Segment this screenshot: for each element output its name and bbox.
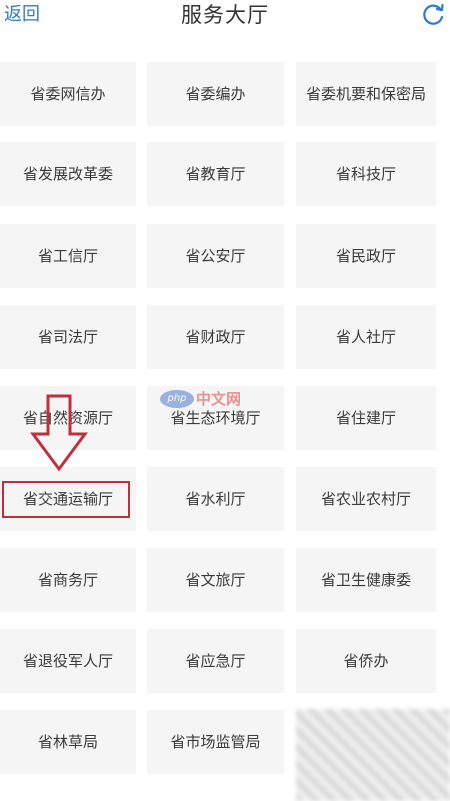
service-tile[interactable]: 省卫生健康委 [296,548,436,612]
service-tile[interactable]: 省应急厅 [147,629,284,693]
service-tile[interactable]: 省农业农村厅 [296,467,436,531]
service-row: 省工信厅 省公安厅 省民政厅 [0,224,450,288]
down-arrow-icon [30,394,88,472]
service-tile[interactable]: 省财政厅 [147,305,284,369]
service-tile[interactable]: 省委网信办 [0,62,136,126]
service-row: 省退役军人厅 省应急厅 省侨办 [0,629,450,693]
service-tile[interactable]: 省住建厅 [296,386,436,450]
watermark-text: 中文网 [196,390,242,408]
service-tile[interactable]: 省市场监管局 [147,710,284,774]
service-tile[interactable]: 省委编办 [147,62,284,126]
service-row: 省发展改革委 省教育厅 省科技厅 [0,142,450,206]
site-watermark: php 中文网 [160,388,250,410]
blurred-area [296,709,450,801]
service-tile[interactable]: 省退役军人厅 [0,629,136,693]
page-title: 服务大厅 [181,3,269,27]
refresh-icon[interactable] [420,2,446,28]
top-bar: 返回 服务大厅 [0,0,450,38]
service-tile[interactable]: 省发展改革委 [0,142,136,206]
service-tile[interactable]: 省委机要和保密局 [296,62,436,126]
service-tile[interactable]: 省侨办 [296,629,436,693]
service-row: 省商务厅 省文旅厅 省卫生健康委 [0,548,450,612]
highlight-box [2,481,130,518]
service-tile[interactable]: 省文旅厅 [147,548,284,612]
service-tile[interactable]: 省商务厅 [0,548,136,612]
service-tile[interactable]: 省水利厅 [147,467,284,531]
service-row: 省委网信办 省委编办 省委机要和保密局 [0,62,450,126]
service-tile[interactable]: 省林草局 [0,710,136,774]
service-tile[interactable]: 省教育厅 [147,142,284,206]
service-tile[interactable]: 省民政厅 [296,224,436,288]
service-tile[interactable]: 省工信厅 [0,224,136,288]
service-row: 省司法厅 省财政厅 省人社厅 [0,305,450,369]
service-tile[interactable]: 省人社厅 [296,305,436,369]
service-tile[interactable]: 省科技厅 [296,142,436,206]
php-logo: php [160,390,194,408]
service-tile[interactable]: 省公安厅 [147,224,284,288]
service-tile[interactable]: 省司法厅 [0,305,136,369]
